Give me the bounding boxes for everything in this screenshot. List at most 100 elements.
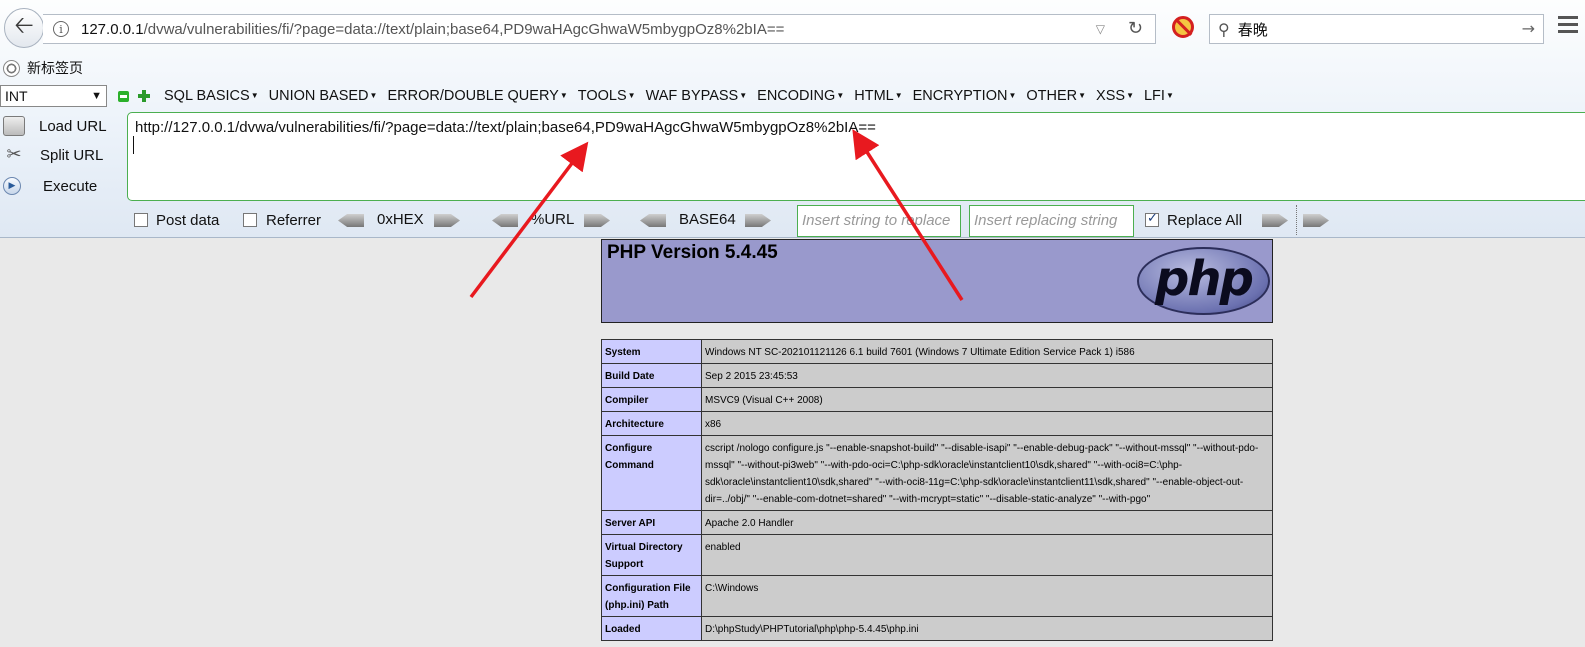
execute-label: Execute bbox=[43, 177, 98, 195]
menu-encryption[interactable]: ENCRYPTION▼ bbox=[913, 88, 1017, 104]
search-input[interactable]: 春晚 bbox=[1238, 19, 1268, 40]
replace-all-checkbox[interactable] bbox=[1145, 211, 1159, 227]
url-decode-arrow-icon[interactable] bbox=[492, 214, 518, 227]
menu-lfi[interactable]: LFI▼ bbox=[1144, 88, 1174, 104]
load-url-button[interactable]: Load URL bbox=[3, 114, 107, 138]
php-logo[interactable]: php bbox=[1137, 247, 1270, 315]
url-path: /dvwa/vulnerabilities/fi/?page=data://te… bbox=[143, 20, 785, 38]
row-value: Apache 2.0 Handler bbox=[701, 510, 1273, 535]
execute-button[interactable]: ▶ Execute bbox=[3, 174, 97, 198]
url-host: 127.0.0.1 bbox=[81, 20, 144, 38]
post-data-checkbox[interactable] bbox=[134, 213, 148, 227]
menu-label: UNION BASED bbox=[268, 88, 369, 104]
url-encoding-label: %URL bbox=[531, 211, 575, 228]
hackbar-toolbar: INT ▼ SQL BASICS▼ UNION BASED▼ ERROR/DOU… bbox=[0, 84, 1585, 108]
table-row: Configure Command cscript /nologo config… bbox=[601, 435, 1273, 511]
hamburger-menu-icon[interactable] bbox=[1558, 16, 1578, 37]
menu-html[interactable]: HTML▼ bbox=[854, 88, 902, 104]
table-row: Architecture x86 bbox=[601, 411, 1273, 436]
back-button[interactable]: 🡠 bbox=[4, 8, 44, 48]
replace-string-input[interactable]: Insert replacing string bbox=[969, 205, 1134, 237]
menu-waf-bypass[interactable]: WAF BYPASS▼ bbox=[646, 88, 748, 104]
page-title: PHP Version 5.4.45 bbox=[607, 242, 778, 263]
bookmark-new-tab[interactable]: 新标签页 bbox=[27, 58, 83, 78]
row-value: D:\phpStudy\PHPTutorial\php\php-5.4.45\p… bbox=[701, 616, 1273, 641]
php-logo-text: php bbox=[1155, 251, 1254, 307]
row-value: Windows NT SC-202101121126 6.1 build 760… bbox=[701, 339, 1273, 364]
menu-label: ENCODING bbox=[757, 88, 836, 104]
table-row: Configuration File (php.ini) Path C:\Win… bbox=[601, 575, 1273, 617]
split-url-label: Split URL bbox=[40, 146, 104, 164]
info-icon[interactable]: i bbox=[53, 21, 69, 37]
load-url-icon bbox=[3, 116, 25, 136]
split-url-button[interactable]: ✂ Split URL bbox=[3, 143, 103, 167]
hex-label: 0xHEX bbox=[377, 211, 424, 228]
url-encode-arrow-icon[interactable] bbox=[584, 214, 610, 227]
hackbar-options: Post data Referrer 0xHEX %URL BASE64 Ins… bbox=[0, 205, 1585, 237]
menu-encoding[interactable]: ENCODING▼ bbox=[757, 88, 844, 104]
table-row: Server API Apache 2.0 Handler bbox=[601, 510, 1273, 535]
php-version-header: PHP Version 5.4.45 php bbox=[601, 239, 1273, 323]
decrease-icon[interactable] bbox=[118, 90, 129, 102]
menu-label: XSS bbox=[1096, 88, 1126, 104]
row-key: Configure Command bbox=[601, 435, 702, 511]
row-key: Build Date bbox=[601, 363, 702, 388]
hex-encode-arrow-icon[interactable] bbox=[434, 214, 460, 227]
menu-tools[interactable]: TOOLS▼ bbox=[578, 88, 636, 104]
menu-sql-basics[interactable]: SQL BASICS▼ bbox=[164, 88, 259, 104]
replace-all-label: Replace All bbox=[1167, 212, 1243, 229]
replace-run-arrow-icon[interactable] bbox=[1262, 214, 1288, 227]
table-row: Loaded D:\phpStudy\PHPTutorial\php\php-5… bbox=[601, 616, 1273, 641]
row-key: Server API bbox=[601, 510, 702, 535]
menu-label: ERROR/DOUBLE QUERY bbox=[387, 88, 559, 104]
menu-other[interactable]: OTHER▼ bbox=[1026, 88, 1086, 104]
type-select[interactable]: INT ▼ bbox=[0, 85, 107, 107]
reload-icon[interactable]: ↻ bbox=[1128, 18, 1143, 39]
row-key: Compiler bbox=[601, 387, 702, 412]
referrer-checkbox[interactable] bbox=[243, 213, 257, 227]
scissors-icon: ✂ bbox=[6, 144, 22, 165]
base64-encode-arrow-icon[interactable] bbox=[745, 214, 771, 227]
hex-decode-arrow-icon[interactable] bbox=[338, 214, 364, 227]
menu-label: TOOLS bbox=[577, 88, 627, 104]
divider bbox=[1296, 205, 1297, 235]
table-row: System Windows NT SC-202101121126 6.1 bu… bbox=[601, 339, 1273, 364]
base64-decode-arrow-icon[interactable] bbox=[640, 214, 666, 227]
menu-union-based[interactable]: UNION BASED▼ bbox=[269, 88, 378, 104]
referrer-label: Referrer bbox=[266, 212, 322, 229]
load-url-label: Load URL bbox=[39, 117, 107, 135]
menu-label: WAF BYPASS bbox=[645, 88, 739, 104]
address-bar[interactable]: i 127.0.0.1/dvwa/vulnerabilities/fi/?pag… bbox=[43, 14, 1156, 44]
bookmark-row: 新标签页 bbox=[0, 56, 83, 80]
menu-label: HTML bbox=[854, 88, 894, 104]
find-string-input[interactable]: Insert string to replace bbox=[797, 205, 961, 237]
table-row: Virtual Directory Support enabled bbox=[601, 534, 1273, 576]
increase-icon[interactable] bbox=[138, 90, 150, 102]
table-row: Compiler MSVC9 (Visual C++ 2008) bbox=[601, 387, 1273, 412]
menu-label: ENCRYPTION bbox=[912, 88, 1008, 104]
text-cursor bbox=[133, 136, 134, 154]
back-arrow-icon: 🡠 bbox=[14, 10, 34, 39]
search-icon: ⚲ bbox=[1218, 19, 1230, 39]
browser-chrome: 🡠 i 127.0.0.1/dvwa/vulnerabilities/fi/?p… bbox=[0, 0, 1585, 238]
search-bar[interactable]: ⚲ 春晚 → bbox=[1209, 14, 1544, 44]
replace-next-arrow-icon[interactable] bbox=[1303, 214, 1329, 227]
row-key: Architecture bbox=[601, 411, 702, 436]
menu-error-double-query[interactable]: ERROR/DOUBLE QUERY▼ bbox=[387, 88, 567, 104]
row-value: x86 bbox=[701, 411, 1273, 436]
base64-label: BASE64 bbox=[679, 211, 736, 228]
row-key: Configuration File (php.ini) Path bbox=[601, 575, 702, 617]
url-dropdown-icon[interactable]: ▽ bbox=[1096, 22, 1105, 36]
row-value: MSVC9 (Visual C++ 2008) bbox=[701, 387, 1273, 412]
menu-label: LFI bbox=[1143, 88, 1165, 104]
row-key: Virtual Directory Support bbox=[601, 534, 702, 576]
url-textarea[interactable]: http://127.0.0.1/dvwa/vulnerabilities/fi… bbox=[127, 112, 1585, 201]
search-go-icon[interactable]: → bbox=[1522, 19, 1535, 38]
menu-label: SQL BASICS bbox=[164, 88, 250, 104]
noscript-icon[interactable] bbox=[1172, 16, 1194, 38]
chevron-down-icon: ▼ bbox=[91, 90, 102, 102]
php-info-table: System Windows NT SC-202101121126 6.1 bu… bbox=[601, 339, 1273, 641]
menu-xss[interactable]: XSS▼ bbox=[1096, 88, 1134, 104]
tab-favicon-icon bbox=[3, 59, 20, 77]
type-select-value: INT bbox=[5, 88, 28, 104]
